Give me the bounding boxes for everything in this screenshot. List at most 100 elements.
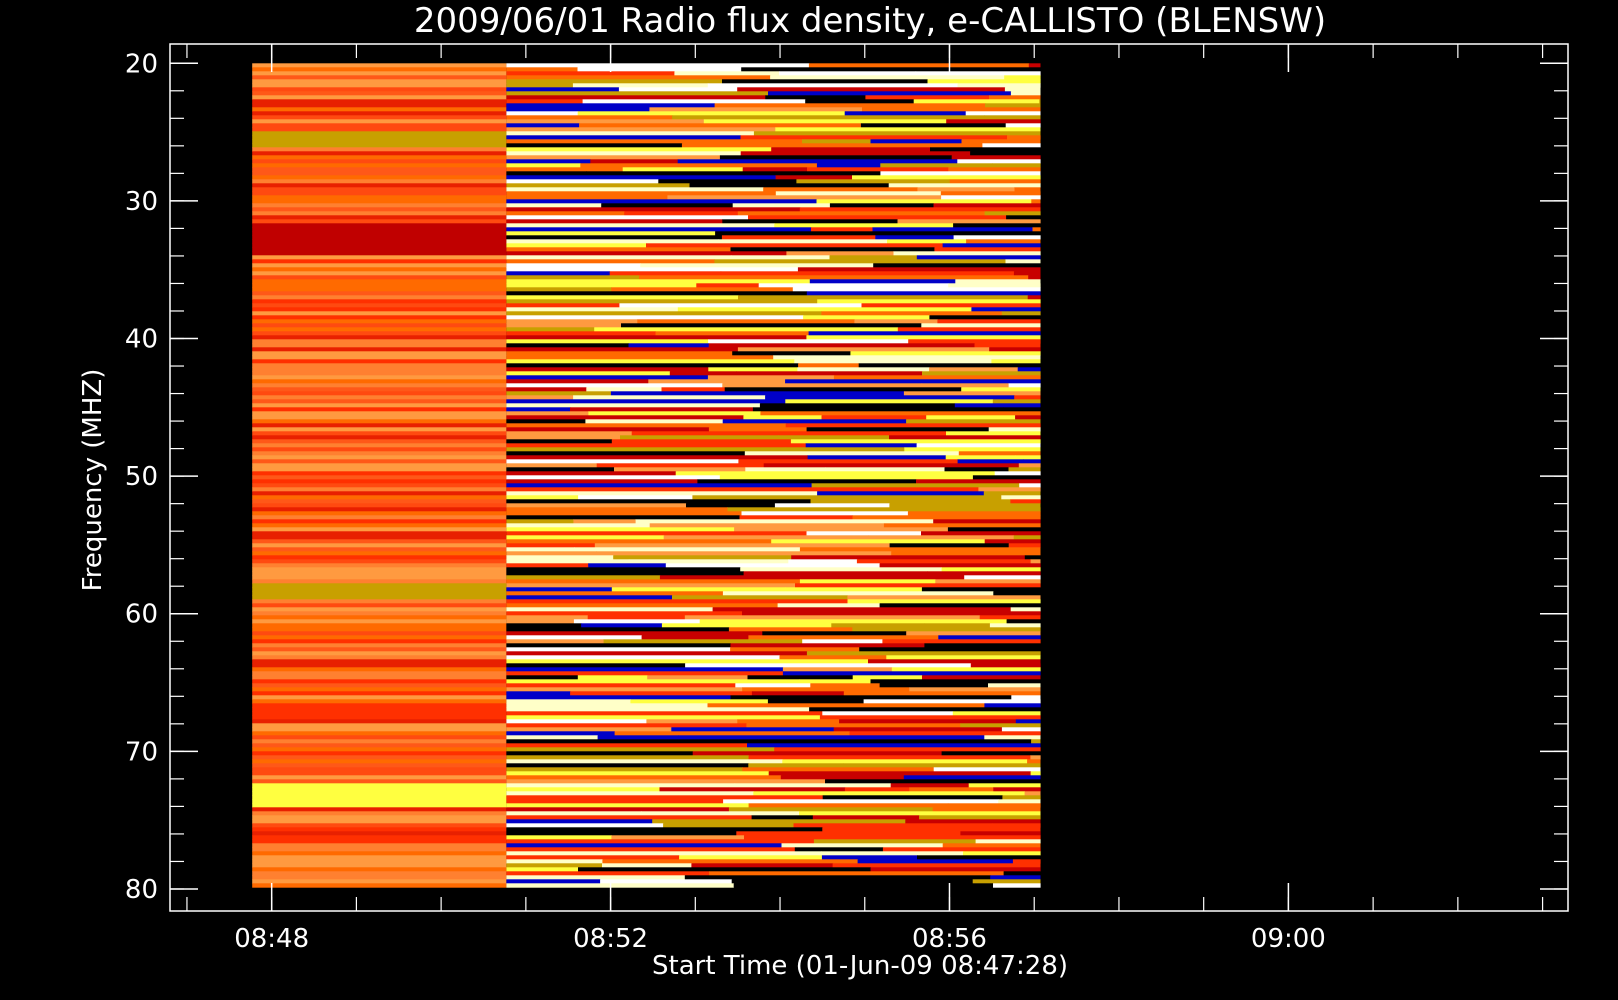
heatmap-cell (506, 719, 647, 724)
heatmap-cell (622, 167, 744, 172)
heatmap-cell (808, 331, 1041, 336)
heatmap-cell (252, 735, 507, 740)
heatmap-cell (252, 559, 507, 564)
heatmap-cell (774, 223, 954, 228)
heatmap-cell (252, 167, 507, 172)
heatmap-cell (849, 731, 1041, 736)
heatmap-cell (506, 491, 818, 496)
heatmap-cell (506, 299, 818, 304)
heatmap-cell (648, 379, 786, 384)
heatmap-cell (252, 303, 507, 308)
heatmap-cell (506, 247, 731, 252)
heatmap-cell (1030, 771, 1041, 776)
heatmap-cell (252, 655, 507, 660)
heatmap-cell (875, 235, 954, 240)
heatmap-cell (951, 155, 1041, 160)
heatmap-cell (252, 347, 507, 352)
heatmap-cell (740, 135, 1008, 140)
heatmap-cell (252, 423, 507, 428)
heatmap-cell (935, 579, 1041, 584)
heatmap-cell (868, 535, 1015, 540)
heatmap-cell (506, 131, 755, 136)
heatmap-cell (806, 531, 922, 536)
heatmap-cell (574, 547, 801, 552)
heatmap-cell (647, 675, 748, 680)
heatmap-cell (992, 823, 1041, 828)
heatmap-cell (932, 807, 1041, 812)
heatmap-cell (252, 395, 507, 400)
heatmap-cell (929, 367, 1019, 372)
heatmap-cell (637, 319, 855, 324)
heatmap-cell (907, 511, 1041, 516)
heatmap-cell (506, 495, 579, 500)
y-tick-label: 50 (125, 462, 158, 492)
heatmap-cell (252, 431, 507, 436)
heatmap-cell (506, 703, 708, 708)
heatmap-cell (655, 331, 809, 336)
heatmap-cell (817, 299, 1041, 304)
heatmap-cell (775, 127, 1041, 132)
heatmap-cell (506, 379, 649, 384)
heatmap-cell (982, 143, 1041, 148)
heatmap-cell (669, 371, 737, 376)
heatmap-cell (790, 439, 1041, 444)
heatmap-cell (506, 651, 808, 656)
heatmap-cell (779, 655, 887, 660)
heatmap-cell (252, 819, 507, 824)
heatmap-cell (909, 687, 1041, 692)
heatmap-cell (611, 439, 792, 444)
heatmap-cell (252, 211, 507, 216)
heatmap-cell (797, 267, 1041, 272)
heatmap-cell (252, 339, 507, 344)
heatmap-cell (506, 335, 807, 340)
heatmap-cell (960, 831, 1041, 836)
y-tick-label: 30 (125, 187, 158, 217)
heatmap-cell (880, 171, 1041, 176)
heatmap-cell (506, 727, 672, 732)
heatmap-cell (744, 835, 1041, 840)
heatmap-cell (252, 499, 507, 504)
heatmap-cell (252, 195, 507, 200)
heatmap-cell (737, 719, 840, 724)
heatmap-cell (506, 191, 777, 196)
heatmap-cell (252, 475, 507, 480)
heatmap-cell (252, 599, 507, 604)
heatmap-cell (658, 179, 797, 184)
heatmap-cell (506, 819, 653, 824)
heatmap-cell (723, 799, 999, 804)
heatmap-cell (672, 595, 848, 600)
heatmap-cell (506, 611, 743, 616)
heatmap-cell (506, 539, 772, 544)
heatmap-cell (252, 711, 507, 716)
heatmap-cell (252, 883, 507, 888)
heatmap-cell (847, 595, 1041, 600)
heatmap-cell (506, 867, 579, 872)
heatmap-cell (722, 79, 928, 84)
heatmap-cell (252, 843, 507, 848)
heatmap-cell (252, 111, 507, 116)
heatmap-cell (1032, 227, 1041, 232)
heatmap-cell (506, 251, 787, 256)
heatmap-cell (954, 403, 1041, 408)
heatmap-cell (684, 615, 981, 620)
heatmap-cell (252, 359, 507, 364)
heatmap-cell (597, 735, 679, 740)
heatmap-cell (252, 67, 507, 72)
heatmap-cell (252, 163, 507, 168)
heatmap-cell (252, 451, 507, 456)
heatmap-cell (506, 551, 597, 556)
heatmap-cell (929, 315, 1041, 320)
heatmap-cell (573, 395, 766, 400)
heatmap-cell (506, 163, 581, 168)
heatmap-cell (506, 267, 799, 272)
heatmap-cell (252, 143, 507, 148)
y-tick-label: 60 (125, 600, 158, 630)
heatmap-cell (252, 403, 507, 408)
heatmap-cell (252, 863, 507, 868)
heatmap-cell (786, 251, 894, 256)
heatmap-cell (675, 471, 995, 476)
heatmap-cell (506, 575, 661, 580)
heatmap-cell (805, 99, 915, 104)
heatmap-cell (506, 439, 613, 444)
heatmap-cell (970, 663, 1041, 668)
